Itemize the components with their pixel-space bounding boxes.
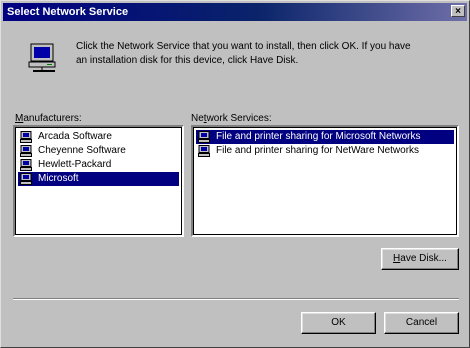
network-services-listbox[interactable]: File and printer sharing for Microsoft N… (191, 125, 459, 237)
network-computer-icon (28, 43, 56, 72)
have-disk-label: ave Disk... (400, 253, 447, 264)
network-services-label-pre: Ne (191, 113, 204, 124)
list-item-selected[interactable]: Microsoft (18, 172, 179, 186)
network-services-label-text: work Services: (206, 113, 272, 124)
list-item[interactable]: Hewlett-Packard (18, 158, 179, 172)
manufacturers-listbox[interactable]: Arcada Software Cheyenne Software Hewlet… (13, 125, 184, 237)
instructions-line-1: Click the Network Service that you want … (76, 41, 411, 52)
title-bar[interactable]: Select Network Service × (3, 3, 467, 21)
network-service-icon (20, 131, 32, 143)
ok-button[interactable]: OK (301, 312, 376, 334)
list-item-label: Microsoft (38, 173, 79, 184)
instructions-text: Click the Network Service that you want … (76, 40, 466, 68)
manufacturers-label-text: anufacturers: (23, 113, 82, 124)
window-title: Select Network Service (7, 6, 129, 18)
have-disk-button[interactable]: Have Disk... (381, 248, 459, 270)
network-service-icon (20, 145, 32, 157)
list-item[interactable]: Arcada Software (18, 130, 179, 144)
separator (13, 298, 459, 300)
list-item-label: File and printer sharing for NetWare Net… (216, 145, 420, 156)
manufacturers-label: Manufacturers: (15, 113, 82, 124)
list-item-label: Arcada Software (38, 131, 112, 142)
list-item-label: Cheyenne Software (38, 145, 126, 156)
instructions-line-2: an installation disk for this device, cl… (76, 55, 299, 66)
list-item-selected[interactable]: File and printer sharing for Microsoft N… (196, 130, 454, 144)
network-service-icon (198, 145, 210, 157)
list-item[interactable]: File and printer sharing for NetWare Net… (196, 144, 454, 158)
cancel-button[interactable]: Cancel (384, 312, 459, 334)
network-service-icon (198, 131, 210, 143)
network-services-label: Network Services: (191, 113, 272, 124)
list-item[interactable]: Cheyenne Software (18, 144, 179, 158)
network-service-icon (20, 173, 32, 185)
list-item-label: File and printer sharing for Microsoft N… (216, 131, 421, 142)
close-button[interactable]: × (451, 5, 465, 17)
list-item-label: Hewlett-Packard (38, 159, 112, 170)
select-network-service-dialog: Select Network Service × Click the Netwo… (0, 0, 470, 348)
network-service-icon (20, 159, 32, 171)
